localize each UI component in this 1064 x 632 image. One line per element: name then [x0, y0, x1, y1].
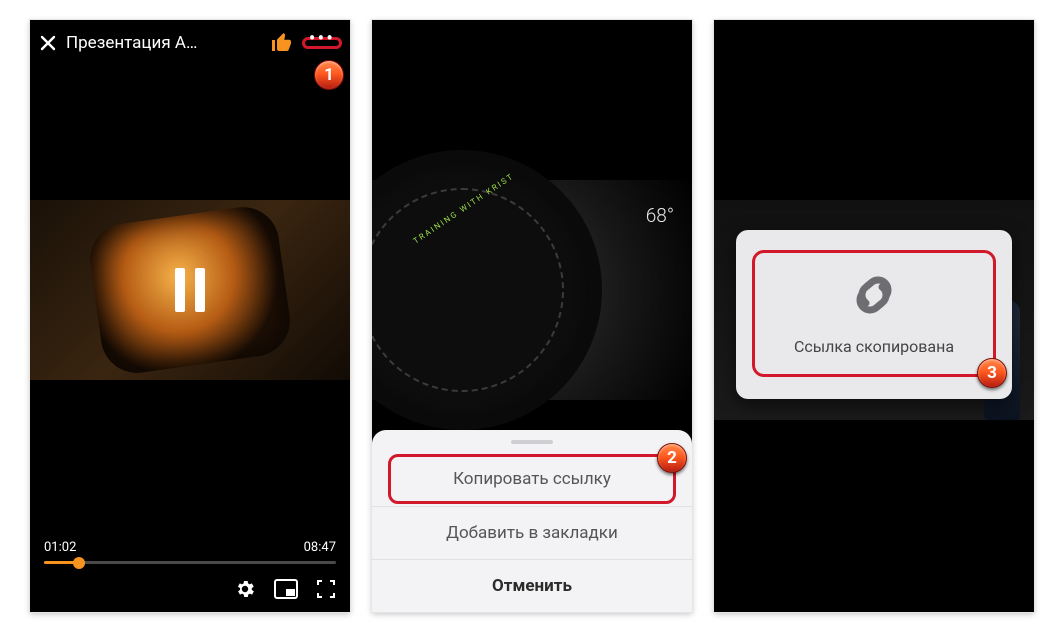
video-frame-2: TRAINING WITH KRIST 68° — [372, 180, 692, 400]
total-time: 08:47 — [304, 540, 336, 555]
copy-link-button[interactable]: Копировать ссылку — [391, 457, 673, 501]
step-badge-3: 3 — [977, 358, 1007, 388]
watch-dial: TRAINING WITH KRIST — [372, 160, 592, 420]
tutorial-board: Презентация A… ••• 1 01:02 08:47 — [0, 0, 1064, 632]
seek-bar[interactable] — [44, 561, 336, 564]
video-topbar: Презентация A… ••• — [30, 20, 350, 66]
temperature-readout: 68° — [646, 204, 674, 227]
toast-card: Ссылка скопирована 3 — [736, 230, 1012, 399]
copy-link-highlight: Копировать ссылку 2 — [388, 454, 676, 504]
close-icon[interactable] — [38, 33, 58, 53]
gear-icon[interactable] — [234, 578, 256, 600]
action-sheet: Копировать ссылку 2 Добавить в закладки … — [372, 430, 692, 612]
link-icon — [842, 271, 906, 319]
video-title: Презентация A… — [66, 33, 262, 53]
elapsed-time: 01:02 — [44, 540, 76, 555]
add-bookmark-button[interactable]: Добавить в закладки — [372, 507, 692, 559]
thumbs-up-icon[interactable] — [270, 31, 294, 55]
pause-icon[interactable] — [30, 200, 350, 380]
pip-icon[interactable] — [274, 579, 298, 599]
step-badge-1: 1 — [314, 60, 344, 90]
cancel-button[interactable]: Отменить — [372, 560, 692, 612]
dial-caption: TRAINING WITH KRIST — [412, 171, 516, 245]
phone-screen-2: TRAINING WITH KRIST 68° Копировать ссылк… — [372, 20, 692, 612]
toast-text: Ссылка скопирована — [765, 337, 983, 356]
fullscreen-icon[interactable] — [316, 579, 336, 599]
player-controls: 01:02 08:47 — [30, 540, 350, 612]
step-badge-2: 2 — [657, 443, 687, 473]
sheet-handle[interactable] — [511, 440, 553, 444]
toast-highlight: Ссылка скопирована 3 — [752, 250, 996, 377]
video-frame[interactable] — [30, 200, 350, 380]
phone-screen-3: Ссылка скопирована 3 — [714, 20, 1034, 612]
more-button-highlight: ••• — [302, 37, 342, 49]
phone-screen-1: Презентация A… ••• 1 01:02 08:47 — [30, 20, 350, 612]
